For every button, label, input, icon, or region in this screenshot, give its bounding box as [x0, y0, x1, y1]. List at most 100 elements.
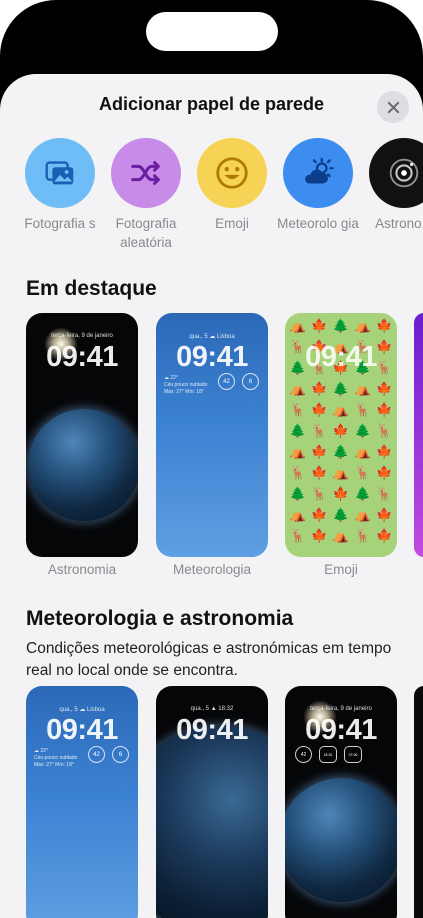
- emoji-tile: 🦌: [311, 486, 328, 501]
- emoji-tile: 🍁: [376, 444, 393, 459]
- section-title-featured: Em destaque: [26, 277, 157, 300]
- wallpaper-card-partial[interactable]: [414, 313, 423, 557]
- emoji-tile: 🌲: [332, 507, 350, 522]
- wallpaper-card-emoji[interactable]: ⛺ 🍁 🌲 ⛺ 🍁 🦌 🍁 ⛺ 🦌 🍁 🌲 🦌 🍁 🌲 🦌 ⛺ 🍁 🌲 ⛺ 🍁 🦌 🍁 ⛺ 🦌 🍁 🌲 🦌 🍁 🌲 🦌 ⛺ 🍁 🌲 ⛺ 🍁 🦌 🍁 ⛺ 🦌 🍁…: [285, 313, 397, 557]
- emoji-tile: 🍁: [311, 381, 328, 396]
- emoji-tile: 🌲: [332, 444, 350, 459]
- emoji-tile: ⛺: [354, 318, 371, 333]
- emoji-tile: ⛺: [289, 318, 306, 333]
- earth-image: [285, 778, 397, 902]
- category-label: Fotografia aleatória: [115, 216, 177, 250]
- sheet-title: Adicionar papel de parede: [98, 94, 325, 114]
- weather-widget: ☁ 22° Céu pouco nublado Máx: 27° Mín: 18…: [164, 375, 207, 396]
- emoji-tile: 🌲: [332, 318, 350, 333]
- device-frame: Adicionar papel de parede Fotografia s F…: [0, 0, 423, 918]
- sunrise-widget: 07:06: [344, 746, 362, 763]
- emoji-tile: 🦌: [376, 423, 393, 438]
- emoji-tile: 🦌: [354, 528, 371, 543]
- emoji-tile: 🌲: [354, 486, 371, 501]
- section-title-weather-astronomy: Meteorologia e astronomia: [26, 607, 294, 630]
- category-label: Fotografia s: [24, 216, 96, 231]
- weather-temp: ☁ 22°: [34, 748, 48, 754]
- emoji-tile: ⛺: [289, 507, 306, 522]
- emoji-tile: 🍁: [311, 444, 328, 459]
- emoji-tile: 🍁: [376, 528, 393, 543]
- card-label: Meteorologia: [172, 562, 252, 577]
- wallpaper-card-astronomy-2[interactable]: terça-feira, 9 de janeiro 09:41 42 18:32…: [285, 686, 397, 918]
- wallpaper-card-weather-2[interactable]: qua., 5 ☁ Lisboa 09:41 ☁ 22° Céu pouco n…: [26, 686, 138, 918]
- weather-range: Máx: 27° Mín: 18°: [164, 389, 204, 395]
- smiley-icon: [197, 138, 267, 208]
- emoji-tile: 🌲: [332, 381, 350, 396]
- emoji-tile: ⛺: [354, 507, 371, 522]
- add-wallpaper-sheet: Adicionar papel de parede Fotografia s F…: [0, 74, 423, 918]
- category-label: Astrono a: [375, 216, 423, 231]
- card-label: Emoji: [324, 562, 358, 577]
- astronomy-icon: [369, 138, 423, 208]
- category-shuffle[interactable]: Fotografia aleatória: [100, 138, 192, 252]
- stocks-widget: [36, 375, 128, 391]
- lock-time: 09:41: [305, 341, 377, 373]
- emoji-tile: ⛺: [332, 465, 350, 480]
- emoji-tile: 🦌: [354, 465, 371, 480]
- gauge-widget: 42: [218, 373, 235, 390]
- section-description: Condições meteorológicas e astronómicas …: [26, 640, 392, 679]
- emoji-tile: 🌲: [289, 423, 306, 438]
- sunset-widget: 18:32: [319, 746, 337, 763]
- photos-icon: [25, 138, 95, 208]
- wallpaper-card-earth[interactable]: qua., 5 ▲ 18:32 09:41: [156, 686, 268, 918]
- shuffle-icon: [111, 138, 181, 208]
- category-label: Meteorolo gia: [277, 216, 359, 231]
- emoji-tile: ⛺: [354, 381, 371, 396]
- emoji-tile: 🦌: [289, 528, 306, 543]
- close-icon: [387, 101, 399, 113]
- wallpaper-card-weather[interactable]: qua., 5 ☁ Lisboa 09:41 ☁ 22° Céu pouco n…: [156, 313, 268, 557]
- lock-time: 09:41: [46, 341, 118, 373]
- lock-time: 09:41: [176, 714, 248, 746]
- category-weather[interactable]: Meteorolo gia: [272, 138, 364, 233]
- emoji-tile: 🍁: [311, 318, 328, 333]
- wallpaper-card-astronomy[interactable]: terça-feira, 9 de janeiro 09:41: [26, 313, 138, 557]
- lock-time: 09:41: [176, 341, 248, 373]
- gauge-widget: 6: [242, 373, 259, 390]
- category-emoji[interactable]: Emoji: [186, 138, 278, 233]
- emoji-tile: 🍁: [376, 318, 393, 333]
- emoji-tile: 🍁: [376, 507, 393, 522]
- card-label: Astronomia: [47, 562, 117, 577]
- dynamic-island: [146, 12, 278, 51]
- emoji-tile: 🍁: [311, 528, 328, 543]
- weather-widget: ☁ 22° Céu pouco nublado Máx: 27° Mín: 18…: [34, 748, 77, 769]
- earth-image: [28, 409, 138, 521]
- emoji-tile: 🍁: [376, 381, 393, 396]
- earth-image: [156, 726, 268, 918]
- lock-date: qua., 5 ☁ Lisboa: [59, 707, 105, 713]
- emoji-tile: ⛺: [289, 444, 306, 459]
- emoji-tile: ⛺: [332, 528, 350, 543]
- emoji-tile: 🦌: [376, 486, 393, 501]
- wallpaper-card-partial[interactable]: [414, 686, 423, 918]
- emoji-tile: 🦌: [311, 423, 328, 438]
- gauge-widget: 42: [295, 746, 312, 763]
- category-astronomy[interactable]: Astrono a: [358, 138, 423, 233]
- weather-condition: Céu pouco nublado: [34, 755, 78, 761]
- emoji-tile: 🌲: [289, 486, 306, 501]
- weather-temp: ☁ 22°: [164, 375, 178, 381]
- lock-time: 09:41: [46, 714, 118, 746]
- lock-date: qua., 5 ▲ 18:32: [190, 706, 234, 712]
- emoji-tile: 🍁: [311, 402, 328, 417]
- emoji-tile: 🦌: [289, 465, 306, 480]
- close-button[interactable]: [377, 91, 409, 123]
- weather-icon: [283, 138, 353, 208]
- gauge-widget: 42: [88, 746, 105, 763]
- emoji-tile: ⛺: [354, 444, 371, 459]
- emoji-tile: 🦌: [289, 402, 306, 417]
- category-photos[interactable]: Fotografia s: [14, 138, 106, 233]
- emoji-tile: 🦌: [354, 402, 371, 417]
- emoji-tile: ⛺: [332, 402, 350, 417]
- emoji-tile: 🌲: [354, 423, 371, 438]
- emoji-tile: 🍁: [311, 465, 328, 480]
- category-row: Fotografia s Fotografia aleatória Emoji …: [0, 138, 423, 258]
- lock-date: terça-feira, 9 de janeiro: [310, 706, 372, 712]
- emoji-tile: 🍁: [376, 402, 393, 417]
- lock-date: qua., 5 ☁ Lisboa: [189, 334, 235, 340]
